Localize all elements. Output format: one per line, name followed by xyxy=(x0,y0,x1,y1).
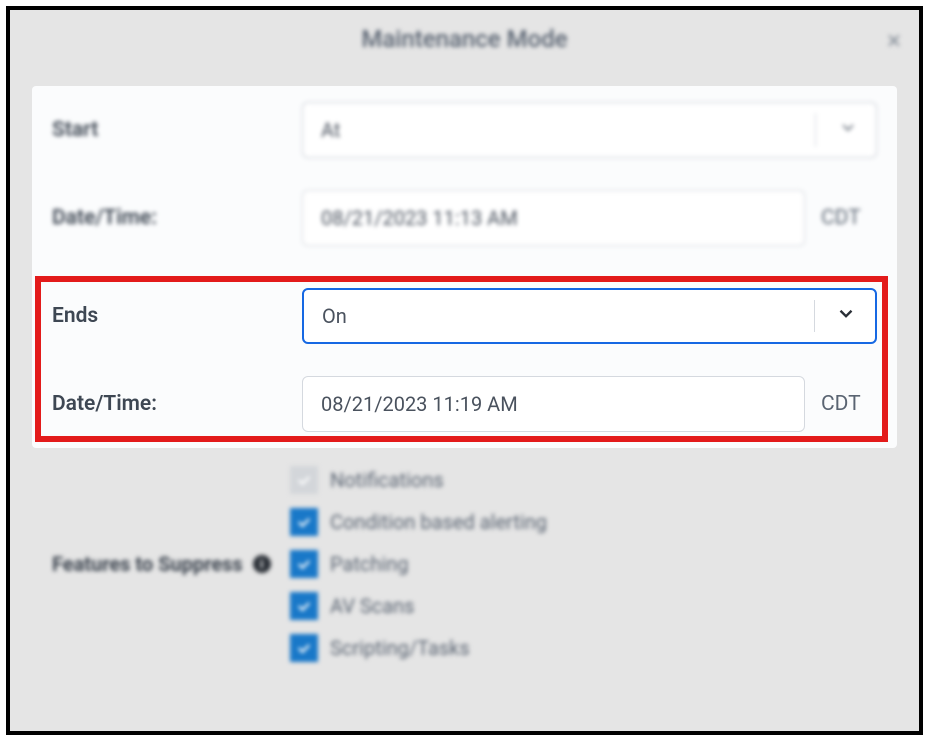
features-checkbox-list: Notifications Condition based alerting P… xyxy=(290,466,547,662)
schedule-panel: Start At Date/Time: 08/21/2023 11:13 AM … xyxy=(32,86,897,448)
features-label-text: Features to Suppress xyxy=(52,552,243,576)
chevron-down-icon xyxy=(835,303,857,330)
ends-row: Ends On xyxy=(32,262,897,360)
feature-label: Notifications xyxy=(330,468,444,492)
start-timezone: CDT xyxy=(821,206,877,230)
start-label: Start xyxy=(52,118,302,142)
start-datetime-row: Date/Time: 08/21/2023 11:13 AM CDT xyxy=(32,174,897,262)
ends-select-value: On xyxy=(322,304,347,328)
dialog-title: Maintenance Mode xyxy=(361,25,567,53)
feature-label: Patching xyxy=(330,552,409,576)
feature-scripting-tasks: Scripting/Tasks xyxy=(290,634,547,662)
features-label: Features to Suppress i xyxy=(52,466,290,662)
checkbox-notifications xyxy=(290,466,318,494)
start-datetime-value: 08/21/2023 11:13 AM xyxy=(321,206,518,230)
feature-label: AV Scans xyxy=(330,594,414,618)
start-datetime-label: Date/Time: xyxy=(52,206,302,230)
start-datetime-input[interactable]: 08/21/2023 11:13 AM xyxy=(302,190,805,246)
start-select[interactable]: At xyxy=(302,102,877,158)
dialog-header: Maintenance Mode × xyxy=(10,10,919,68)
checkbox-scripting-tasks[interactable] xyxy=(290,634,318,662)
checkbox-patching[interactable] xyxy=(290,550,318,578)
ends-label: Ends xyxy=(52,304,302,328)
ends-timezone: CDT xyxy=(821,392,877,416)
feature-condition-alerting: Condition based alerting xyxy=(290,508,547,536)
feature-label: Scripting/Tasks xyxy=(330,636,470,660)
feature-label: Condition based alerting xyxy=(330,510,547,534)
checkbox-condition-alerting[interactable] xyxy=(290,508,318,536)
ends-datetime-value: 08/21/2023 11:19 AM xyxy=(321,392,518,416)
chevron-down-icon xyxy=(838,118,858,143)
close-icon[interactable]: × xyxy=(887,26,901,56)
ends-datetime-input[interactable]: 08/21/2023 11:19 AM xyxy=(302,376,805,432)
start-row: Start At xyxy=(32,86,897,174)
feature-av-scans: AV Scans xyxy=(290,592,547,620)
ends-datetime-label: Date/Time: xyxy=(52,392,302,416)
maintenance-mode-dialog: Maintenance Mode × Start At Date/Time: xyxy=(6,6,923,735)
feature-notifications: Notifications xyxy=(290,466,547,494)
info-icon[interactable]: i xyxy=(253,555,271,573)
features-section: Features to Suppress i Notifications Con… xyxy=(10,448,919,662)
select-divider xyxy=(814,300,815,332)
checkbox-av-scans[interactable] xyxy=(290,592,318,620)
ends-select[interactable]: On xyxy=(302,288,877,344)
select-divider xyxy=(815,113,816,147)
start-select-value: At xyxy=(321,118,340,142)
feature-patching: Patching xyxy=(290,550,547,578)
ends-datetime-row: Date/Time: 08/21/2023 11:19 AM CDT xyxy=(32,360,897,448)
